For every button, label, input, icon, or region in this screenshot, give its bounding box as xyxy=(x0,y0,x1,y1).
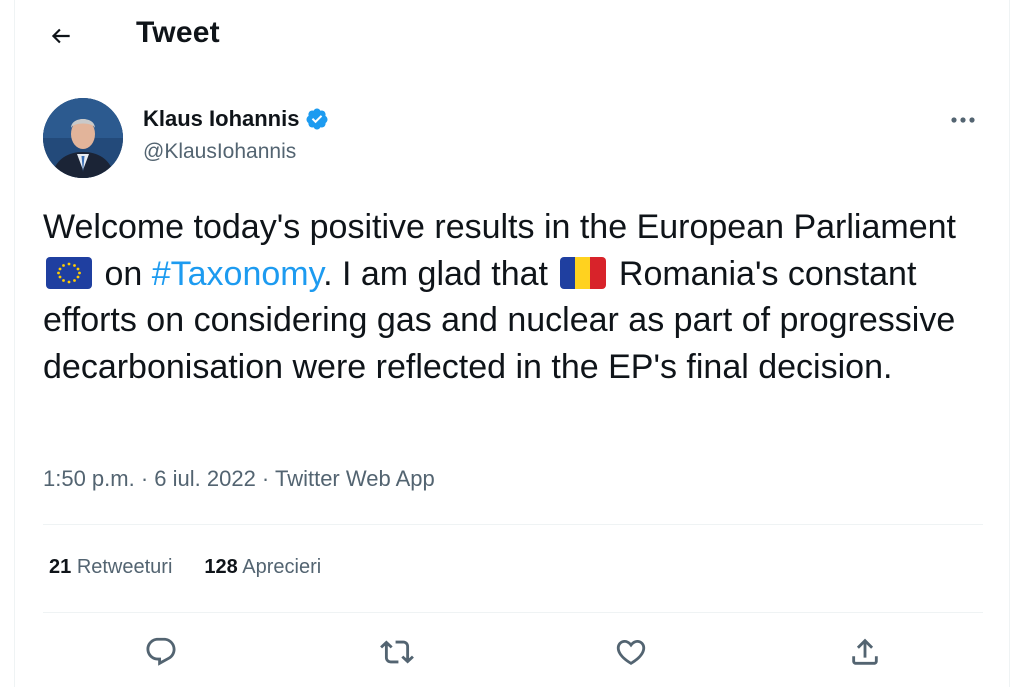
tweet-meta: 1:50 p.m. · 6 iul. 2022 · Twitter Web Ap… xyxy=(43,466,435,492)
tweet-text: Welcome today's positive results in the … xyxy=(43,204,973,390)
like-icon xyxy=(616,639,646,665)
likes-stat[interactable]: 128 Aprecieri xyxy=(204,556,321,579)
reply-button[interactable] xyxy=(141,632,181,672)
tweet-text-part: . I am glad that xyxy=(323,254,558,293)
tweet-text-part: Welcome today's positive results in the … xyxy=(43,208,956,246)
back-button[interactable] xyxy=(43,18,79,54)
retweets-label: Retweeturi xyxy=(76,556,173,578)
retweets-stat[interactable]: 21 Retweeturi xyxy=(49,556,172,579)
display-name[interactable]: Klaus Iohannis xyxy=(143,106,299,132)
action-bar xyxy=(15,620,1009,686)
header: Tweet xyxy=(15,0,1009,72)
tweet-panel: Tweet Klaus Iohannis @KlausIohannis Welc… xyxy=(14,0,1010,687)
romania-flag-icon xyxy=(560,256,607,289)
tweet-stats: 21 Retweeturi 128 Aprecieri xyxy=(49,556,321,579)
like-button[interactable] xyxy=(611,632,651,672)
avatar-image xyxy=(43,98,123,178)
tweet-text-part: on xyxy=(95,254,152,293)
share-button[interactable] xyxy=(845,632,885,672)
author-row: Klaus Iohannis @KlausIohannis xyxy=(43,98,983,180)
handle[interactable]: @KlausIohannis xyxy=(143,140,296,164)
meta-separator: · xyxy=(134,466,155,491)
eu-flag-icon xyxy=(46,256,92,289)
share-icon xyxy=(852,638,878,665)
verified-badge-icon xyxy=(306,108,328,130)
tweet-time[interactable]: 1:50 p.m. xyxy=(43,466,135,491)
retweet-icon xyxy=(380,640,414,664)
divider xyxy=(43,524,983,525)
retweet-button[interactable] xyxy=(377,632,417,672)
hashtag-link[interactable]: #Taxonomy xyxy=(152,255,323,293)
likes-count: 128 xyxy=(204,556,238,578)
avatar[interactable] xyxy=(43,98,123,178)
name-row: Klaus Iohannis xyxy=(143,106,329,132)
arrow-left-icon xyxy=(51,28,70,44)
more-options-button[interactable] xyxy=(943,106,983,134)
divider xyxy=(43,612,983,613)
meta-separator: · xyxy=(255,466,275,491)
tweet-date[interactable]: 6 iul. 2022 xyxy=(154,466,256,491)
more-icon xyxy=(951,117,975,123)
page-title: Tweet xyxy=(136,16,220,49)
likes-label: Aprecieri xyxy=(242,556,322,578)
reply-icon xyxy=(146,637,176,666)
retweets-count: 21 xyxy=(49,556,72,578)
tweet-source: Twitter Web App xyxy=(274,466,435,491)
